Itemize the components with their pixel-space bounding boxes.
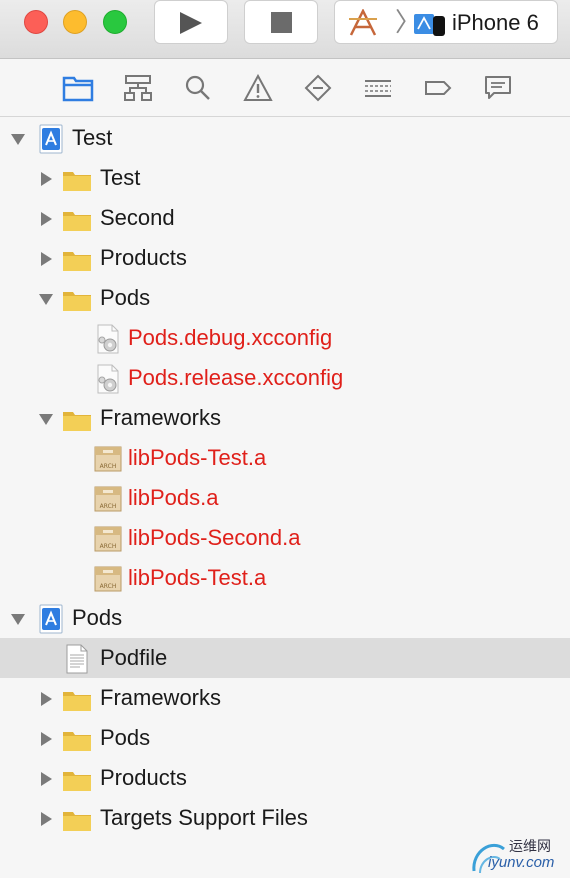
stop-icon: [271, 12, 292, 33]
disclosure-closed-icon[interactable]: [38, 811, 54, 827]
test-diamond-icon[interactable]: [302, 73, 334, 103]
disclosure-closed-icon[interactable]: [38, 211, 54, 227]
config-file-icon: [97, 364, 119, 394]
hierarchy-icon[interactable]: [122, 73, 154, 103]
tree-row-label: Pods.release.xcconfig: [128, 365, 344, 390]
tree-row-label: Test: [100, 165, 141, 190]
zoom-window-button[interactable]: [103, 10, 127, 34]
folder-icon: [63, 772, 91, 791]
folder-icon: [63, 732, 91, 751]
tree-row-label: libPods.a: [128, 485, 219, 510]
tree-row-label: libPods-Test.a: [128, 565, 267, 590]
warning-icon[interactable]: [242, 73, 274, 103]
folder-icon: [63, 172, 91, 191]
tree-row-label: Pods: [100, 725, 151, 750]
folder-icon: [63, 252, 91, 271]
tree-row[interactable]: Pods.debug.xcconfig: [0, 318, 570, 358]
scheme-selector[interactable]: 〉 iPhone 6: [334, 0, 558, 44]
folder-icon: [63, 412, 91, 431]
config-file-icon: [97, 324, 119, 354]
tree-row[interactable]: Frameworks: [0, 678, 570, 718]
tree-row[interactable]: Pods: [0, 598, 570, 638]
tree-row[interactable]: Podfile: [0, 638, 570, 678]
tree-row[interactable]: ARCH libPods-Test.a: [0, 558, 570, 598]
tree-row-label: Podfile: [100, 645, 168, 670]
tree-row-label: Targets Support Files: [100, 805, 308, 830]
search-icon[interactable]: [182, 73, 214, 103]
disclosure-open-icon[interactable]: [10, 611, 26, 627]
tree-row[interactable]: Second: [0, 198, 570, 238]
xcode-project-icon: [39, 124, 63, 154]
tree-row[interactable]: Test: [0, 158, 570, 198]
svg-text:ARCH: ARCH: [100, 583, 117, 590]
document-file-icon: [66, 644, 88, 674]
static-library-icon: ARCH: [94, 526, 122, 552]
svg-text:ARCH: ARCH: [100, 463, 117, 470]
tree-row-label: Pods: [100, 285, 151, 310]
tree-row[interactable]: Pods: [0, 278, 570, 318]
breakpoint-icon[interactable]: [422, 73, 454, 103]
stop-button[interactable]: [244, 0, 318, 44]
disclosure-open-icon[interactable]: [38, 291, 54, 307]
disclosure-closed-icon[interactable]: [38, 251, 54, 267]
tree-row[interactable]: Pods.release.xcconfig: [0, 358, 570, 398]
navigator-selector-bar: [0, 59, 570, 117]
tree-row-label: Pods: [72, 605, 123, 630]
tree-row-label: Test: [72, 125, 113, 150]
watermark-url: iyunv.com: [488, 854, 555, 871]
static-library-icon: ARCH: [94, 566, 122, 592]
disclosure-open-icon[interactable]: [10, 131, 26, 147]
app-scheme-icon: [349, 9, 377, 36]
xcode-project-icon: [39, 604, 63, 634]
tree-row[interactable]: ARCH libPods.a: [0, 478, 570, 518]
run-button[interactable]: [154, 0, 228, 44]
tree-row-label: libPods-Second.a: [128, 525, 301, 550]
debug-list-icon[interactable]: [362, 73, 394, 103]
tree-row-label: libPods-Test.a: [128, 445, 267, 470]
minimize-window-button[interactable]: [63, 10, 87, 34]
device-icon: [414, 14, 445, 36]
window-toolbar: 〉 iPhone 6: [0, 0, 570, 59]
static-library-icon: ARCH: [94, 446, 122, 472]
report-icon[interactable]: [482, 73, 514, 103]
tree-row[interactable]: Targets Support Files: [0, 798, 570, 838]
tree-row[interactable]: Products: [0, 758, 570, 798]
tree-row[interactable]: Frameworks: [0, 398, 570, 438]
tree-row-label: Frameworks: [100, 405, 222, 430]
folder-icon: [63, 212, 91, 231]
static-library-icon: ARCH: [94, 486, 122, 512]
tree-row-label: Products: [100, 245, 187, 270]
folder-icon: [63, 692, 91, 711]
device-label: iPhone 6: [452, 10, 539, 35]
folder-icon: [63, 812, 91, 831]
tree-row-label: Second: [100, 205, 175, 230]
tree-row[interactable]: Products: [0, 238, 570, 278]
close-window-button[interactable]: [24, 10, 48, 34]
tree-row-label: Products: [100, 765, 187, 790]
tree-row[interactable]: Test: [0, 118, 570, 158]
folder-icon: [63, 292, 91, 311]
disclosure-closed-icon[interactable]: [38, 171, 54, 187]
disclosure-open-icon[interactable]: [38, 411, 54, 427]
tree-row-label: Pods.debug.xcconfig: [128, 325, 333, 350]
disclosure-closed-icon[interactable]: [38, 691, 54, 707]
tree-row[interactable]: Pods: [0, 718, 570, 758]
tree-row[interactable]: ARCH libPods-Test.a: [0, 438, 570, 478]
svg-text:ARCH: ARCH: [100, 503, 117, 510]
disclosure-closed-icon[interactable]: [38, 731, 54, 747]
folder-icon[interactable]: [62, 73, 94, 103]
tree-row[interactable]: ARCH libPods-Second.a: [0, 518, 570, 558]
svg-text:ARCH: ARCH: [100, 543, 117, 550]
tree-row-label: Frameworks: [100, 685, 222, 710]
play-icon: [180, 12, 202, 34]
disclosure-closed-icon[interactable]: [38, 771, 54, 787]
watermark-title: 运维网: [509, 838, 551, 854]
